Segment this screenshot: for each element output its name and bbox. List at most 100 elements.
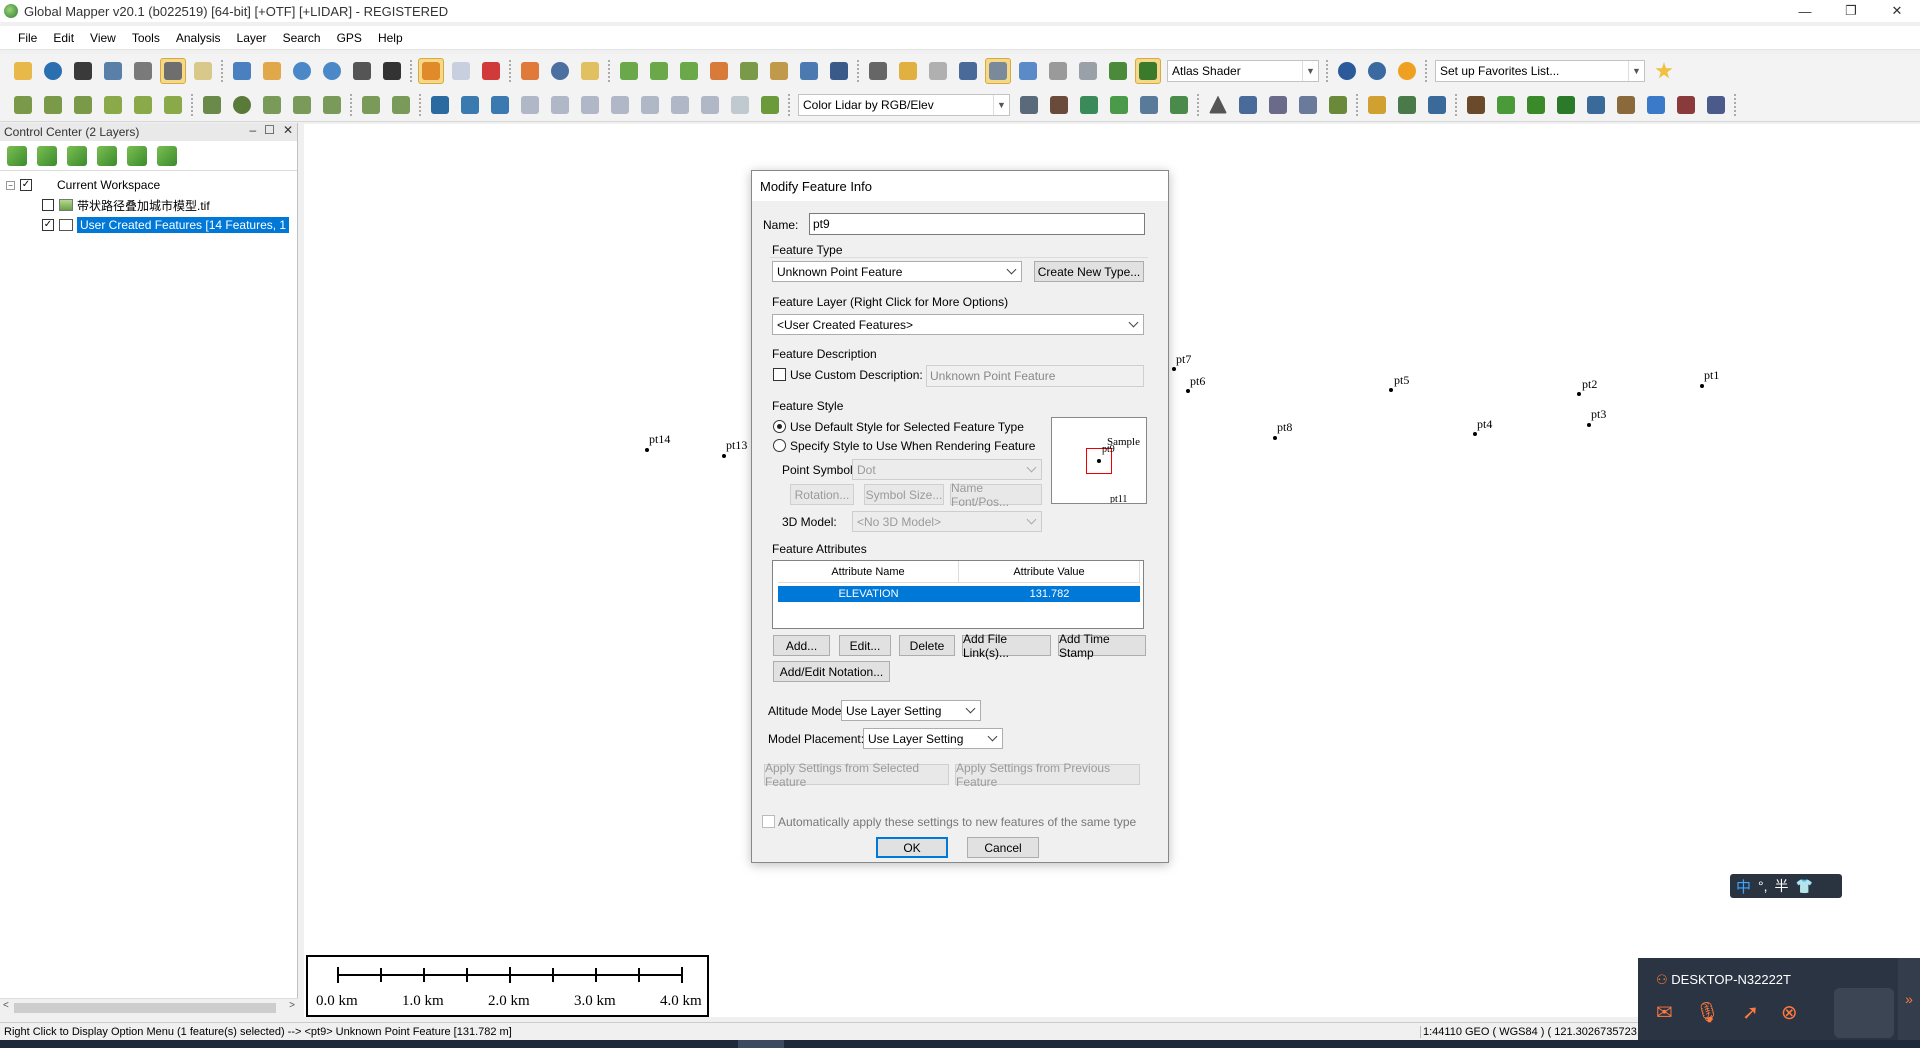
ok-button[interactable]: OK	[876, 837, 948, 858]
lidar-zoom-icon[interactable]	[1295, 92, 1321, 118]
water-level-icon[interactable]	[1015, 58, 1041, 84]
map-point[interactable]	[1172, 367, 1176, 371]
lidar-6-icon[interactable]	[1166, 92, 1192, 118]
circle-target-icon[interactable]	[229, 92, 255, 118]
feature-type-select[interactable]: Unknown Point Feature	[772, 261, 1022, 282]
mountain-icon[interactable]	[1105, 58, 1131, 84]
zoom-in-icon[interactable]	[289, 58, 315, 84]
map-point[interactable]	[645, 448, 649, 452]
menu-help[interactable]: Help	[370, 31, 411, 45]
buffer-icon[interactable]	[697, 92, 723, 118]
insert-vertex-icon[interactable]	[547, 92, 573, 118]
altitude-mode-select[interactable]: Use Layer Setting	[841, 700, 981, 721]
scroll-left-icon[interactable]: <	[3, 1000, 9, 1011]
model-placement-select[interactable]: Use Layer Setting	[863, 728, 1003, 749]
elevation-legend-icon[interactable]	[1075, 58, 1101, 84]
map-point[interactable]	[722, 454, 726, 458]
symbol-size-button[interactable]: Symbol Size...	[864, 484, 944, 505]
expand-chevron-icon[interactable]: »	[1898, 958, 1920, 1040]
pan-hand-icon[interactable]	[259, 58, 285, 84]
select-box-icon[interactable]	[448, 58, 474, 84]
lidar-5-icon[interactable]	[1136, 92, 1162, 118]
ime-toolbar[interactable]: 中 °, 半 👕	[1730, 874, 1842, 898]
map-point[interactable]	[1700, 384, 1704, 388]
map-point[interactable]	[1186, 389, 1190, 393]
microphone-icon[interactable]: 🎙	[1695, 1000, 1720, 1025]
control-center-icon[interactable]	[160, 58, 186, 84]
add-file-links-button[interactable]: Add File Link(s)...	[962, 632, 1051, 660]
globe-grid-icon[interactable]	[1334, 58, 1360, 84]
smooth-icon[interactable]	[667, 92, 693, 118]
3d-view-icon[interactable]	[955, 58, 981, 84]
move-icon[interactable]	[427, 92, 453, 118]
zoom-to-layer-icon[interactable]	[124, 144, 150, 168]
column-header-attribute-value[interactable]: Attribute Value	[959, 561, 1140, 582]
layer-options-icon[interactable]	[34, 144, 60, 168]
wrench-icon[interactable]	[130, 58, 156, 84]
favorites-select[interactable]: Set up Favorites List... ▼	[1435, 60, 1645, 82]
menu-analysis[interactable]: Analysis	[168, 31, 229, 45]
lidar-grid-icon[interactable]	[1265, 92, 1291, 118]
check-tool-icon[interactable]	[358, 92, 384, 118]
lidar-1-icon[interactable]	[1016, 92, 1042, 118]
building-icon[interactable]	[1583, 92, 1609, 118]
water-drop-icon[interactable]	[1643, 92, 1669, 118]
noise-icon[interactable]	[1673, 92, 1699, 118]
delete-x-icon[interactable]	[478, 58, 504, 84]
line-tool-2-icon[interactable]	[40, 92, 66, 118]
add-layer-icon[interactable]	[4, 144, 30, 168]
save-icon[interactable]	[70, 58, 96, 84]
name-font-button[interactable]: Name Font/Pos...	[950, 481, 1042, 509]
satellite-icon[interactable]	[826, 58, 852, 84]
hillshade-icon[interactable]	[985, 58, 1011, 84]
terrain-1-icon[interactable]	[616, 58, 642, 84]
measure-ruler-icon[interactable]	[517, 58, 543, 84]
shader-select[interactable]: Atlas Shader ▼	[1167, 60, 1319, 82]
horizontal-scrollbar[interactable]: < >	[0, 998, 298, 1016]
auto-apply-checkbox[interactable]	[762, 815, 775, 828]
apply-previous-feature-button[interactable]: Apply Settings from Previous Feature	[955, 761, 1140, 789]
workspace-checkbox[interactable]: ✓	[20, 179, 32, 191]
layout-icon[interactable]	[865, 58, 891, 84]
edit-class-icon[interactable]	[1394, 92, 1420, 118]
name-input[interactable]: pt9	[809, 213, 1145, 235]
light-direction-icon[interactable]	[895, 58, 921, 84]
info-icon[interactable]	[547, 58, 573, 84]
overview-icon[interactable]	[190, 58, 216, 84]
attributes-table[interactable]: Attribute Name Attribute Value ELEVATION…	[772, 560, 1144, 629]
digitizer-pencil-icon[interactable]	[418, 58, 444, 84]
menu-gps[interactable]: GPS	[329, 31, 370, 45]
contour-icon[interactable]	[766, 58, 792, 84]
close-layer-icon[interactable]	[64, 144, 90, 168]
measure-line-icon[interactable]	[757, 92, 783, 118]
layer-visibility-icon[interactable]	[154, 144, 180, 168]
edit-tool-3-icon[interactable]	[319, 92, 345, 118]
tree-icon[interactable]	[1553, 92, 1579, 118]
default-style-radio[interactable]	[773, 420, 786, 433]
lidar-4-icon[interactable]	[1106, 92, 1132, 118]
layer-checkbox[interactable]: ✓	[42, 219, 54, 231]
lidar-2-icon[interactable]	[1046, 92, 1072, 118]
disconnect-icon[interactable]: ⊗	[1781, 1000, 1798, 1025]
vegetation-med-icon[interactable]	[1523, 92, 1549, 118]
column-header-attribute-name[interactable]: Attribute Name	[778, 561, 959, 582]
lidar-color-select[interactable]: Color Lidar by RGB/Elev ▼	[798, 93, 1010, 116]
ime-width[interactable]: 半	[1775, 876, 1789, 896]
panel-close-icon[interactable]: ✕	[283, 123, 293, 137]
lidar-classify-icon[interactable]	[1424, 92, 1450, 118]
feature-layer-select[interactable]: <User Created Features>	[772, 314, 1144, 335]
home-icon[interactable]	[379, 58, 405, 84]
map-point[interactable]	[1473, 432, 1477, 436]
menu-edit[interactable]: Edit	[45, 31, 82, 45]
triangle-icon[interactable]	[1205, 92, 1231, 118]
rotation-button[interactable]: Rotation...	[790, 484, 854, 505]
cancel-button[interactable]: Cancel	[967, 837, 1039, 858]
terrain-2-icon[interactable]	[646, 58, 672, 84]
scroll-thumb[interactable]	[14, 1003, 276, 1013]
apply-selected-feature-button[interactable]: Apply Settings from Selected Feature	[764, 761, 949, 789]
custom-description-input[interactable]: Unknown Point Feature	[926, 365, 1144, 387]
lidar-filter-icon[interactable]	[1325, 92, 1351, 118]
ime-mode[interactable]: 中	[1736, 876, 1751, 897]
ground-icon[interactable]	[1463, 92, 1489, 118]
menu-tools[interactable]: Tools	[124, 31, 168, 45]
